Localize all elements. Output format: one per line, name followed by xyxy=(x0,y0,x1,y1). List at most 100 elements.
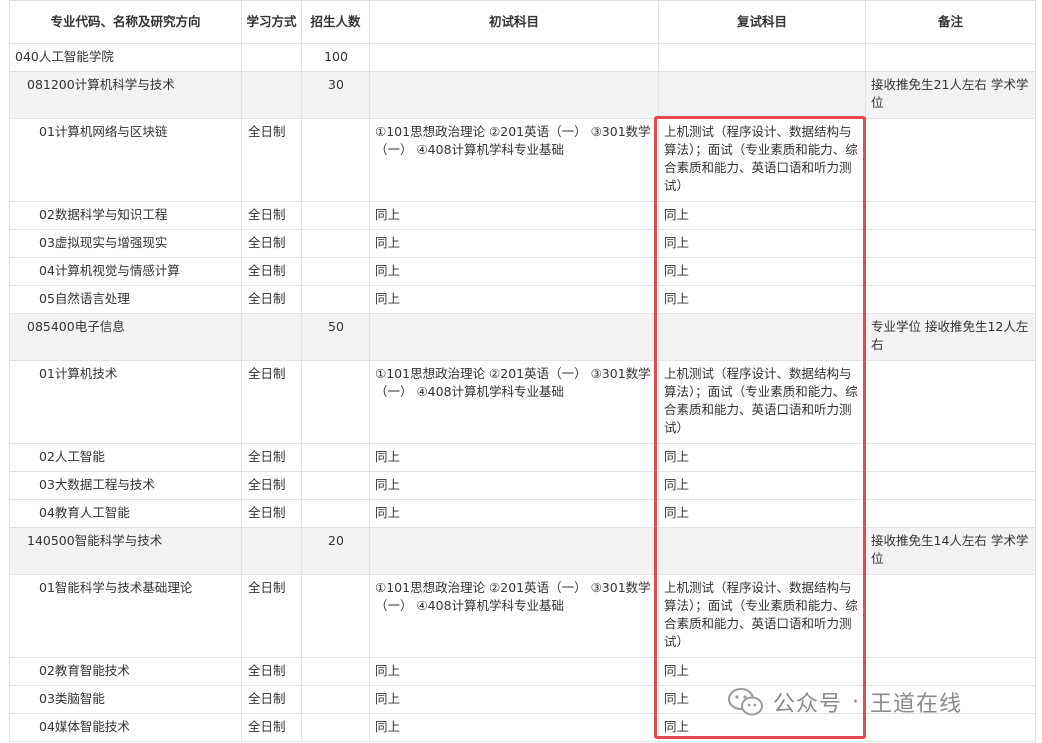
study-mode-cell xyxy=(241,43,302,72)
notes-cell xyxy=(865,118,1036,202)
notes-cell xyxy=(865,285,1036,314)
header-retest: 复试科目 xyxy=(658,0,866,44)
retest-subjects: 上机测试（程序设计、数据结构与算法）；面试（专业素质和能力、综合素质和能力、英语… xyxy=(658,118,866,202)
initial-exam-subjects: 同上 xyxy=(369,713,659,742)
direction-row: 04教育人工智能 全日制 同上 同上 xyxy=(9,499,1036,528)
direction-row: 02人工智能 全日制 同上 同上 xyxy=(9,443,1036,472)
enrollment-count xyxy=(301,471,370,500)
direction-row: 01计算机技术 全日制 ①101思想政治理论 ②201英语（一） ③301数学（… xyxy=(9,360,1036,444)
major-row: 085400电子信息 50 专业学位 接收推免生12人左右 xyxy=(9,313,1036,361)
notes-cell xyxy=(865,443,1036,472)
initial-exam-subjects: ①101思想政治理论 ②201英语（一） ③301数学（一） ④408计算机学科… xyxy=(369,360,659,444)
initial-exam-subjects: 同上 xyxy=(369,257,659,286)
header-major: 专业代码、名称及研究方向 xyxy=(9,0,242,44)
header-row: 专业代码、名称及研究方向 学习方式 招生人数 初试科目 复试科目 备注 xyxy=(9,0,1036,44)
retest-cell xyxy=(658,43,866,72)
retest-subjects: 同上 xyxy=(658,285,866,314)
notes-cell xyxy=(865,574,1036,658)
major-note: 专业学位 接收推免生12人左右 xyxy=(865,313,1036,361)
retest-cell xyxy=(658,71,866,119)
direction-row: 01智能科学与技术基础理论 全日制 ①101思想政治理论 ②201英语（一） ③… xyxy=(9,574,1036,658)
enrollment-count: 50 xyxy=(301,313,370,361)
watermark-author: 王道在线 xyxy=(870,692,963,717)
enrollment-count: 20 xyxy=(301,527,370,575)
major-note: 接收推免生14人左右 学术学位 xyxy=(865,527,1036,575)
initial-exam-subjects: 同上 xyxy=(369,229,659,258)
initial-exam-subjects: 同上 xyxy=(369,471,659,500)
enrollment-count xyxy=(301,285,370,314)
initial-exam-subjects: 同上 xyxy=(369,499,659,528)
initial-exam-cell xyxy=(369,313,659,361)
header-notes: 备注 xyxy=(865,0,1036,44)
major-row: 081200计算机科学与技术 30 接收推免生21人左右 学术学位 xyxy=(9,71,1036,119)
enrollment-count xyxy=(301,499,370,528)
study-mode: 全日制 xyxy=(241,499,302,528)
retest-subjects: 上机测试（程序设计、数据结构与算法）；面试（专业素质和能力、综合素质和能力、英语… xyxy=(658,360,866,444)
admissions-table: 专业代码、名称及研究方向 学习方式 招生人数 初试科目 复试科目 备注 040人… xyxy=(9,0,1036,742)
retest-subjects: 同上 xyxy=(658,229,866,258)
initial-exam-subjects: 同上 xyxy=(369,285,659,314)
wechat-icon xyxy=(728,688,763,716)
direction-row: 05自然语言处理 全日制 同上 同上 xyxy=(9,285,1036,314)
study-mode-cell xyxy=(241,527,302,575)
initial-exam-cell xyxy=(369,43,659,72)
enrollment-count xyxy=(301,201,370,230)
enrollment-count xyxy=(301,118,370,202)
initial-exam-cell xyxy=(369,527,659,575)
study-mode: 全日制 xyxy=(241,574,302,658)
study-mode: 全日制 xyxy=(241,201,302,230)
notes-cell xyxy=(865,657,1036,686)
study-mode-cell xyxy=(241,313,302,361)
direction-name: 05自然语言处理 xyxy=(9,285,242,314)
direction-name: 02教育智能技术 xyxy=(9,657,242,686)
retest-cell xyxy=(658,527,866,575)
enrollment-count xyxy=(301,657,370,686)
direction-name: 01智能科学与技术基础理论 xyxy=(9,574,242,658)
study-mode: 全日制 xyxy=(241,118,302,202)
study-mode: 全日制 xyxy=(241,685,302,714)
enrollment-count: 100 xyxy=(301,43,370,72)
header-study-mode: 学习方式 xyxy=(241,0,302,44)
study-mode: 全日制 xyxy=(241,657,302,686)
watermark-source: 公众号 xyxy=(773,692,843,717)
notes-cell xyxy=(865,471,1036,500)
header-enrollment: 招生人数 xyxy=(301,0,370,44)
enrollment-count: 30 xyxy=(301,71,370,119)
major-note: 接收推免生21人左右 学术学位 xyxy=(865,71,1036,119)
initial-exam-subjects: 同上 xyxy=(369,685,659,714)
retest-subjects: 同上 xyxy=(658,499,866,528)
direction-row: 03大数据工程与技术 全日制 同上 同上 xyxy=(9,471,1036,500)
study-mode: 全日制 xyxy=(241,471,302,500)
direction-row: 02教育智能技术 全日制 同上 同上 xyxy=(9,657,1036,686)
initial-exam-subjects: ①101思想政治理论 ②201英语（一） ③301数学（一） ④408计算机学科… xyxy=(369,574,659,658)
study-mode: 全日制 xyxy=(241,360,302,444)
direction-name: 03类脑智能 xyxy=(9,685,242,714)
major-row: 140500智能科学与技术 20 接收推免生14人左右 学术学位 xyxy=(9,527,1036,575)
school-name: 040人工智能学院 xyxy=(9,43,242,72)
school-row: 040人工智能学院 100 xyxy=(9,43,1036,72)
retest-subjects: 同上 xyxy=(658,443,866,472)
enrollment-count xyxy=(301,360,370,444)
direction-name: 04计算机视觉与情感计算 xyxy=(9,257,242,286)
study-mode: 全日制 xyxy=(241,713,302,742)
enrollment-count xyxy=(301,713,370,742)
enrollment-count xyxy=(301,443,370,472)
direction-name: 03虚拟现实与增强现实 xyxy=(9,229,242,258)
direction-row: 01计算机网络与区块链 全日制 ①101思想政治理论 ②201英语（一） ③30… xyxy=(9,118,1036,202)
study-mode-cell xyxy=(241,71,302,119)
study-mode: 全日制 xyxy=(241,285,302,314)
study-mode: 全日制 xyxy=(241,257,302,286)
direction-name: 04媒体智能技术 xyxy=(9,713,242,742)
notes-cell xyxy=(865,43,1036,72)
retest-subjects: 上机测试（程序设计、数据结构与算法）；面试（专业素质和能力、综合素质和能力、英语… xyxy=(658,574,866,658)
initial-exam-cell xyxy=(369,71,659,119)
direction-row: 04计算机视觉与情感计算 全日制 同上 同上 xyxy=(9,257,1036,286)
retest-subjects: 同上 xyxy=(658,657,866,686)
initial-exam-subjects: 同上 xyxy=(369,657,659,686)
initial-exam-subjects: ①101思想政治理论 ②201英语（一） ③301数学（一） ④408计算机学科… xyxy=(369,118,659,202)
enrollment-count xyxy=(301,257,370,286)
major-name: 081200计算机科学与技术 xyxy=(9,71,242,119)
notes-cell xyxy=(865,201,1036,230)
direction-row: 03虚拟现实与增强现实 全日制 同上 同上 xyxy=(9,229,1036,258)
direction-name: 01计算机网络与区块链 xyxy=(9,118,242,202)
